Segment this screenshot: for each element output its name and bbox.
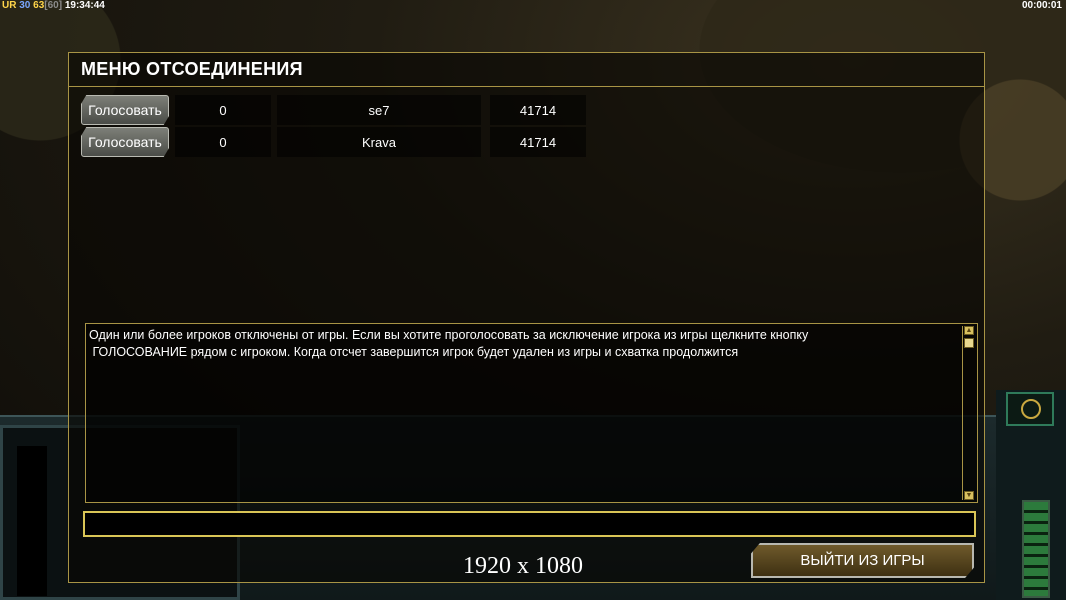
hud-stat-a: UR xyxy=(2,0,17,11)
chat-input[interactable] xyxy=(83,511,976,537)
player-name: se7 xyxy=(277,95,481,125)
game-timer: 00:00:01 xyxy=(1021,0,1062,11)
player-row: Голосовать 0 se7 41714 xyxy=(81,95,641,125)
vote-button[interactable]: Голосовать xyxy=(81,95,169,125)
hud-stats: UR 30 63[60] 19:34:44 xyxy=(2,0,105,11)
vote-count: 0 xyxy=(175,127,271,157)
player-name: Krava xyxy=(277,127,481,157)
disconnect-dialog: МЕНЮ ОТСОЕДИНЕНИЯ Голосовать 0 se7 41714… xyxy=(68,52,985,583)
player-ping: 41714 xyxy=(490,95,586,125)
dialog-title: МЕНЮ ОТСОЕДИНЕНИЯ xyxy=(81,59,303,79)
scroll-down-icon[interactable]: ▼ xyxy=(964,491,974,500)
scroll-thumb[interactable] xyxy=(964,338,974,348)
power-meter xyxy=(1022,500,1050,598)
scrollbar[interactable]: ▲ ▼ xyxy=(962,326,975,500)
message-box: Один или более игроков отключены от игры… xyxy=(85,323,978,503)
radar-icon[interactable] xyxy=(1006,392,1054,426)
player-ping: 41714 xyxy=(490,127,586,157)
resolution-label: 1920 x 1080 xyxy=(463,553,583,579)
hud-stat-b: 30 xyxy=(19,0,31,11)
message-text: Один или более игроков отключены от игры… xyxy=(89,328,809,359)
title-divider xyxy=(69,86,984,87)
exit-game-button[interactable]: ВЫЙТИ ИЗ ИГРЫ xyxy=(751,543,974,578)
hud-clock: 19:34:44 xyxy=(64,0,105,11)
player-row: Голосовать 0 Krava 41714 xyxy=(81,127,641,157)
portrait-slot xyxy=(17,446,47,596)
vote-button[interactable]: Голосовать xyxy=(81,127,169,157)
hud-stat-c: 63 xyxy=(33,0,45,11)
scroll-up-icon[interactable]: ▲ xyxy=(964,326,974,335)
vote-count: 0 xyxy=(175,95,271,125)
hud-stat-d: [60] xyxy=(44,0,63,11)
